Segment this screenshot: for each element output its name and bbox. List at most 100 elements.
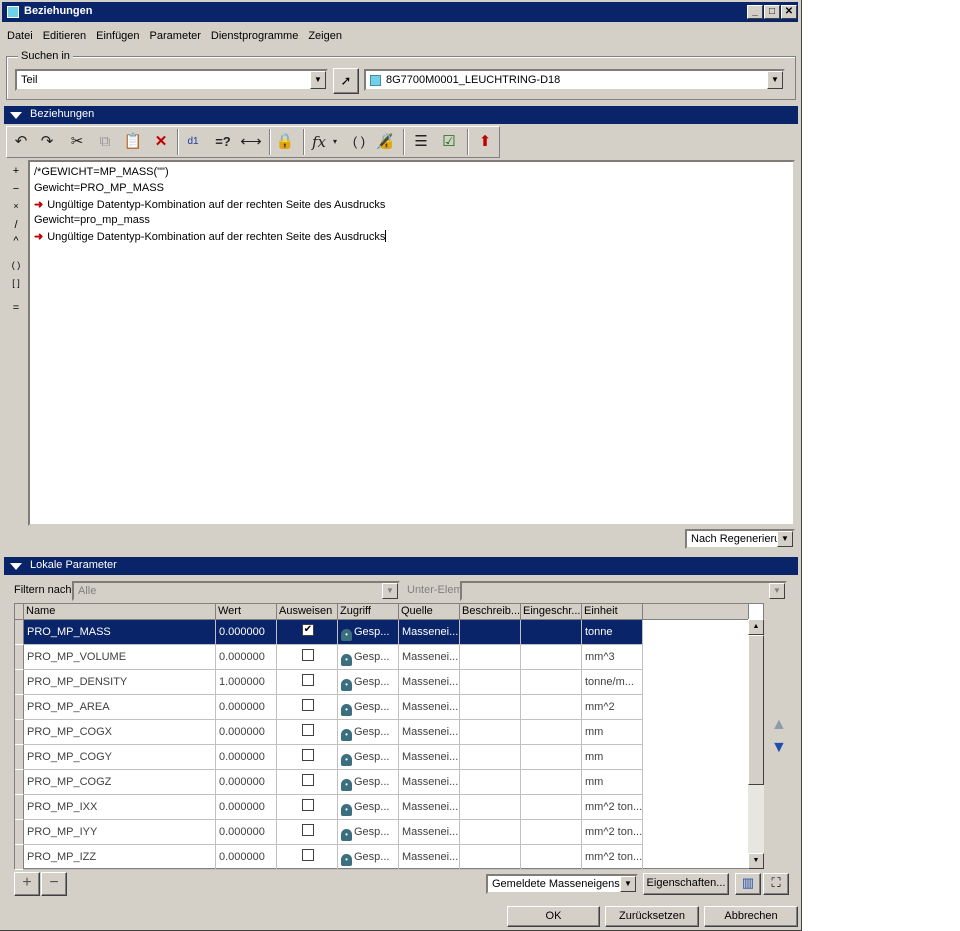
evaluate-icon[interactable]: =? — [211, 131, 235, 153]
scroll-down-button[interactable]: ▼ — [748, 853, 764, 869]
shown-checkbox[interactable] — [302, 724, 314, 736]
table-row[interactable]: PRO_MP_IZZ 0.000000 • Gesp... Massenei... mm^… — [15, 845, 643, 870]
cell-description[interactable] — [460, 820, 521, 845]
cell-access[interactable]: • Gesp... — [338, 820, 399, 845]
cell-source[interactable]: Massenei... — [399, 745, 460, 770]
cell-source[interactable]: Massenei... — [399, 795, 460, 820]
cell-name[interactable]: PRO_MP_IYY — [24, 820, 216, 845]
cancel-button[interactable]: Abbrechen — [704, 906, 798, 927]
operator-divide-button[interactable]: / — [6, 219, 26, 231]
chevron-down-icon[interactable]: ▾ — [329, 131, 341, 153]
row-selector[interactable] — [15, 770, 24, 795]
parentheses-icon[interactable]: ( ) — [347, 131, 371, 153]
menu-einfuegen[interactable]: Einfügen — [91, 26, 144, 46]
row-selector[interactable] — [15, 795, 24, 820]
shown-checkbox[interactable] — [302, 774, 314, 786]
cell-value[interactable]: 0.000000 — [216, 845, 277, 870]
paste-icon[interactable]: 📋 — [121, 131, 145, 153]
model-select[interactable]: 8G7700M0001_LEUCHTRING-D18 ▼ — [364, 69, 785, 91]
cell-description[interactable] — [460, 620, 521, 645]
chevron-down-icon[interactable]: ▼ — [769, 583, 785, 599]
cell-value[interactable]: 0.000000 — [216, 745, 277, 770]
cell-restricted[interactable] — [521, 745, 582, 770]
cell-restricted[interactable] — [521, 620, 582, 645]
chevron-down-icon[interactable]: ▼ — [767, 71, 783, 89]
table-row[interactable]: PRO_MP_AREA 0.000000 • Gesp... Massenei... mm… — [15, 695, 643, 720]
cell-access[interactable]: • Gesp... — [338, 670, 399, 695]
cell-description[interactable] — [460, 845, 521, 870]
shown-checkbox[interactable] — [302, 799, 314, 811]
ok-button[interactable]: OK — [507, 906, 600, 927]
chevron-down-icon[interactable]: ▼ — [620, 876, 636, 892]
operator-multiply-button[interactable]: × — [6, 201, 26, 211]
cell-description[interactable] — [460, 670, 521, 695]
cell-source[interactable]: Massenei... — [399, 770, 460, 795]
cell-access[interactable]: • Gesp... — [338, 645, 399, 670]
cell-unit[interactable]: tonne — [582, 620, 643, 645]
mass-properties-select[interactable]: Gemeldete Masseneigenschaften ▼ — [486, 874, 638, 894]
cell-description[interactable] — [460, 745, 521, 770]
cell-unit[interactable]: mm^2 ton... — [582, 845, 643, 870]
operator-plus-button[interactable]: + — [6, 165, 26, 177]
menu-editieren[interactable]: Editieren — [38, 26, 91, 46]
cell-restricted[interactable] — [521, 695, 582, 720]
close-button[interactable]: ✕ — [781, 5, 797, 19]
cell-access[interactable]: • Gesp... — [338, 795, 399, 820]
cell-description[interactable] — [460, 720, 521, 745]
column-header-unit[interactable]: Einheit — [582, 604, 643, 620]
cell-restricted[interactable] — [521, 670, 582, 695]
chevron-down-icon[interactable]: ▼ — [310, 71, 326, 89]
operator-power-button[interactable]: ^ — [6, 235, 26, 247]
parameters-scrollbar[interactable]: ▲ ▼ — [748, 619, 764, 869]
chevron-down-icon[interactable]: ▼ — [382, 583, 398, 599]
cell-value[interactable]: 0.000000 — [216, 820, 277, 845]
shown-checkbox[interactable] — [302, 674, 314, 686]
column-header-restricted[interactable]: Eingeschr... — [521, 604, 582, 620]
cell-access[interactable]: • Gesp... — [338, 695, 399, 720]
cell-source[interactable]: Massenei... — [399, 845, 460, 870]
cell-access[interactable]: • Gesp... — [338, 770, 399, 795]
relations-section-header[interactable]: Beziehungen — [4, 106, 798, 124]
cell-value[interactable]: 0.000000 — [216, 620, 277, 645]
row-selector[interactable] — [15, 845, 24, 870]
scroll-up-button[interactable]: ▲ — [748, 619, 764, 635]
cell-name[interactable]: PRO_MP_IZZ — [24, 845, 216, 870]
row-selector[interactable] — [15, 820, 24, 845]
cell-source[interactable]: Massenei... — [399, 720, 460, 745]
move-up-icon[interactable]: ▲ — [771, 716, 787, 734]
cell-value[interactable]: 1.000000 — [216, 670, 277, 695]
scope-select[interactable]: Teil ▼ — [15, 69, 328, 91]
relations-editor[interactable]: /*GEWICHT=MP_MASS("") Gewicht=PRO_MP_MAS… — [28, 160, 795, 526]
reset-button[interactable]: Zurücksetzen — [605, 906, 699, 927]
add-parameter-button[interactable]: + — [14, 872, 40, 896]
cell-restricted[interactable] — [521, 720, 582, 745]
cell-name[interactable]: PRO_MP_COGY — [24, 745, 216, 770]
row-selector[interactable] — [15, 720, 24, 745]
column-header-name[interactable]: Name — [24, 604, 216, 620]
row-selector[interactable] — [15, 745, 24, 770]
shown-checkbox[interactable] — [302, 824, 314, 836]
cell-source[interactable]: Massenei... — [399, 695, 460, 720]
cell-source[interactable]: Massenei... — [399, 820, 460, 845]
cell-unit[interactable]: mm^3 — [582, 645, 643, 670]
cell-unit[interactable]: mm — [582, 770, 643, 795]
shown-checkbox[interactable] — [302, 749, 314, 761]
cell-unit[interactable]: tonne/m... — [582, 670, 643, 695]
function-icon[interactable]: fx — [307, 131, 331, 153]
show-dimensions-icon[interactable]: d1 — [181, 131, 205, 153]
cell-unit[interactable]: mm — [582, 745, 643, 770]
cell-name[interactable]: PRO_MP_VOLUME — [24, 645, 216, 670]
table-row[interactable]: PRO_MP_COGX 0.000000 • Gesp... Massenei... mm — [15, 720, 643, 745]
redo-icon[interactable]: ↷ — [35, 131, 59, 153]
cell-unit[interactable]: mm — [582, 720, 643, 745]
measure-icon[interactable]: ⟷ — [239, 131, 263, 153]
cell-access[interactable]: • Gesp... — [338, 620, 399, 645]
cell-description[interactable] — [460, 770, 521, 795]
parameters-section-header[interactable]: Lokale Parameter — [4, 557, 798, 575]
cell-value[interactable]: 0.000000 — [216, 770, 277, 795]
cell-restricted[interactable] — [521, 845, 582, 870]
column-header-shown[interactable]: Ausweisen — [277, 604, 338, 620]
cell-restricted[interactable] — [521, 645, 582, 670]
operator-parentheses-button[interactable]: ( ) — [6, 260, 26, 270]
table-row[interactable]: PRO_MP_IYY 0.000000 • Gesp... Massenei... mm^… — [15, 820, 643, 845]
